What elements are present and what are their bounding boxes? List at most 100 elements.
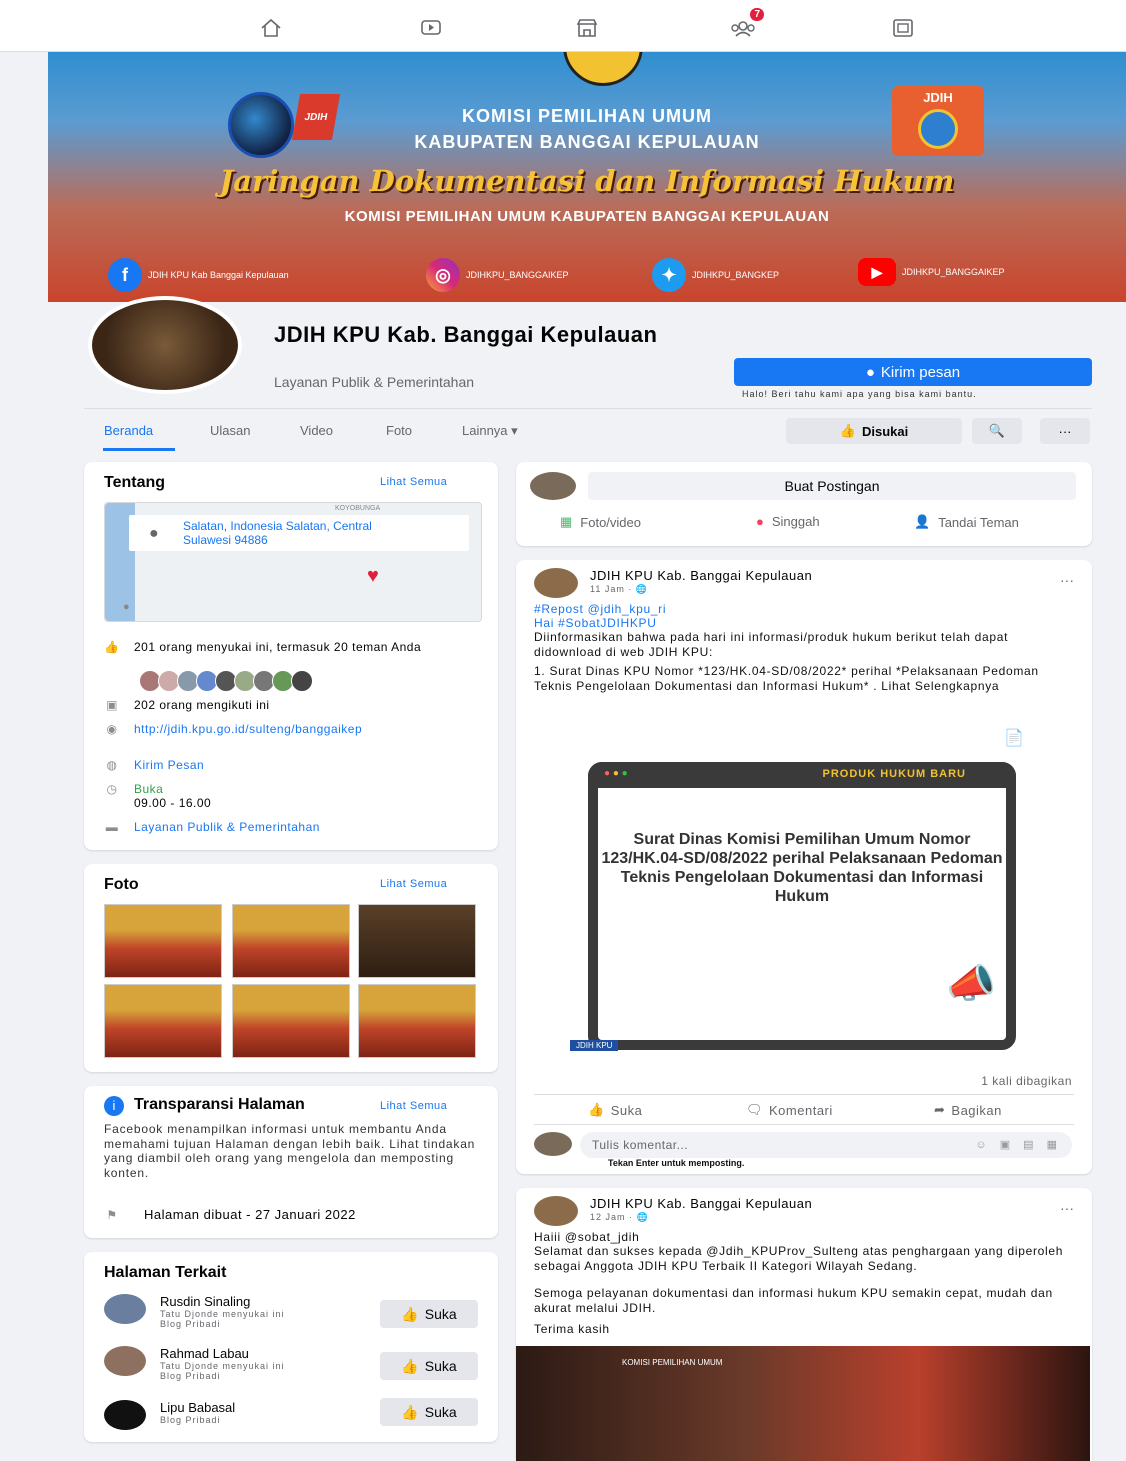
post-image[interactable]: KOMISI PEMILIHAN UMUM (516, 1346, 1090, 1461)
photo-video-label: Foto/video (580, 514, 641, 530)
page-created-row: ⚑ Halaman dibuat - 27 Januari 2022 (104, 1207, 356, 1223)
photo-thumbnail[interactable] (104, 984, 222, 1058)
liked-button[interactable]: 👍 Disukai (786, 418, 962, 444)
avatar[interactable] (534, 1132, 572, 1156)
like-page-button[interactable]: 👍 Suka (380, 1300, 478, 1328)
cover-subtitle: KOMISI PEMILIHAN UMUM KABUPATEN BANGGAI … (344, 208, 830, 225)
tab-foto[interactable]: Foto (386, 423, 412, 438)
related-page-item[interactable]: Rusdin Sinaling Tatu Djonde menyukai ini… (104, 1294, 285, 1329)
footer-label: JDIH KPU (570, 1040, 619, 1051)
tab-beranda[interactable]: Beranda (104, 423, 153, 438)
social-twitter-label: JDIHKPU_BANGKEP (692, 270, 780, 280)
post-time[interactable]: 12 Jam · 🌐 (590, 1212, 649, 1223)
hours-text[interactable]: 09.00 - 16.00 (134, 796, 211, 810)
related-page-item[interactable]: Rahmad Labau Tatu Djonde menyukai ini Bl… (104, 1346, 285, 1381)
page-title: JDIH KPU Kab. Banggai Kepulauan (274, 322, 658, 347)
related-page-name[interactable]: Lipu Babasal (160, 1400, 235, 1415)
photo-thumbnail[interactable] (232, 904, 350, 978)
tab-ulasan[interactable]: Ulasan (210, 423, 250, 438)
related-page-type: Blog Pribadi (160, 1371, 221, 1381)
photo-thumbnail[interactable] (358, 984, 476, 1058)
tag-icon: ▬ (105, 820, 119, 834)
profile-avatar[interactable] (88, 296, 242, 394)
send-message-link[interactable]: Kirim Pesan (134, 758, 204, 772)
related-pages-card: Halaman Terkait Rusdin Sinaling Tatu Djo… (84, 1252, 498, 1442)
watch-icon[interactable] (414, 14, 448, 42)
about-see-all-link[interactable]: Lihat Semua (380, 476, 447, 488)
post-image[interactable]: 📄 PRODUK HUKUM BARU ● ● ● Surat Dinas Ko… (516, 710, 1090, 1060)
photo-video-action[interactable]: ▦ Foto/video (560, 514, 641, 530)
send-message-button[interactable]: ● Kirim pesan (734, 358, 1092, 386)
avatar[interactable] (534, 568, 578, 598)
comment-hint: Tekan Enter untuk memposting. (608, 1158, 745, 1168)
thumbs-up-icon: 👍 (401, 1305, 419, 1322)
page-category: Layanan Publik & Pemerintahan (274, 374, 475, 390)
photos-see-all-link[interactable]: Lihat Semua (380, 878, 447, 890)
more-icon: ··· (1058, 423, 1072, 439)
like-label: Suka (424, 1404, 457, 1420)
post-line: 1. Surat Dinas KPU Nomor *123/HK.04-SD/0… (534, 664, 1039, 693)
avatar[interactable] (534, 1196, 578, 1226)
friend-faces[interactable] (139, 670, 313, 692)
post-author[interactable]: JDIH KPU Kab. Banggai Kepulauan (590, 568, 812, 583)
website-link[interactable]: http://jdih.kpu.go.id/sulteng/banggaikep (134, 722, 454, 736)
tag-friends-action[interactable]: 👤 Tandai Teman (914, 514, 1019, 530)
announcement-text: Surat Dinas Komisi Pemilihan Umum Nomor … (601, 831, 1003, 905)
groups-icon[interactable]: 7 (726, 8, 764, 42)
related-page-type: Blog Pribadi (160, 1319, 221, 1329)
post-author[interactable]: JDIH KPU Kab. Banggai Kepulauan (590, 1196, 812, 1211)
comment-input[interactable]: Tulis komentar... ☺ ▣ ▤ ▦ (580, 1132, 1072, 1158)
comment-tools-icon[interactable]: ☺ ▣ ▤ ▦ (975, 1138, 1062, 1151)
photo-thumbnail[interactable] (104, 904, 222, 978)
comment-button[interactable]: 🗨 Komentari (746, 1102, 833, 1118)
map-marker-icon: ♥ (367, 565, 379, 587)
instagram-icon: ◎ (426, 258, 460, 292)
search-button[interactable]: 🔍 (972, 418, 1022, 444)
gaming-icon[interactable] (886, 14, 920, 42)
related-page-item[interactable]: Lipu Babasal Blog Pribadi (104, 1400, 235, 1430)
home-icon[interactable] (254, 14, 288, 42)
facebook-icon: f (108, 258, 142, 292)
tab-video[interactable]: Video (300, 423, 333, 438)
photo-thumbnail[interactable] (232, 984, 350, 1058)
avatar[interactable] (530, 472, 576, 500)
post-options-icon[interactable]: ··· (1060, 1200, 1074, 1216)
create-post-input[interactable]: Buat Postingan (588, 472, 1076, 500)
transparency-see-all-link[interactable]: Lihat Semua (380, 1100, 447, 1112)
post-line[interactable]: #Repost @jdih_kpu_ri (534, 602, 1074, 617)
post-line[interactable]: Hai #SobatJDIHKPU (534, 616, 1074, 631)
post-options-icon[interactable]: ··· (1060, 572, 1074, 588)
social-facebook: f JDIH KPU Kab Banggai Kepulauan (108, 258, 289, 292)
category-link[interactable]: Layanan Publik & Pemerintahan (134, 820, 320, 834)
like-button[interactable]: 👍 Suka (588, 1102, 642, 1118)
location-map[interactable]: KOYOBUNGA ● Salatan, Indonesia Salatan, … (104, 502, 482, 622)
post-time[interactable]: 11 Jam · 🌐 (590, 584, 648, 595)
post-line: Haiii @sobat_jdih (534, 1230, 640, 1244)
post: JDIH KPU Kab. Banggai Kepulauan 11 Jam ·… (516, 560, 1092, 1174)
social-youtube: ▶ JDIHKPU_BANGGAIKEP (858, 258, 1005, 286)
page-created-text: Halaman dibuat - 27 Januari 2022 (144, 1207, 356, 1222)
like-page-button[interactable]: 👍 Suka (380, 1352, 478, 1380)
cover-photo: JDIH JDIH KOMISI PEMILIHAN UMUM KABUPATE… (48, 52, 1126, 302)
messenger-small-icon: ◍ (106, 758, 118, 772)
post-line: Diinformasikan bahwa pada hari ini infor… (534, 630, 1009, 659)
share-button[interactable]: ➦ Bagikan (934, 1102, 1002, 1118)
like-page-button[interactable]: 👍 Suka (380, 1398, 478, 1426)
avatar[interactable] (104, 1294, 146, 1324)
website-row: ◉ http://jdih.kpu.go.id/sulteng/banggaik… (104, 722, 454, 736)
related-page-name[interactable]: Rahmad Labau (160, 1346, 285, 1361)
more-button[interactable]: ··· (1040, 418, 1090, 444)
hours-row: ◷ Buka 09.00 - 16.00 (104, 782, 211, 810)
photo-thumbnail[interactable] (358, 904, 476, 978)
megaphone-icon: 📣 (946, 962, 996, 1006)
avatar[interactable] (104, 1400, 146, 1430)
marketplace-icon[interactable] (570, 14, 604, 42)
thumbs-up-icon: 👍 (401, 1357, 419, 1374)
checkin-action[interactable]: ● Singgah (756, 514, 820, 529)
likes-row: 👍 201 orang menyukai ini, termasuk 20 te… (104, 640, 454, 654)
related-page-name[interactable]: Rusdin Sinaling (160, 1294, 285, 1309)
tab-lainnya[interactable]: Lainnya ▾ (462, 423, 518, 439)
jdih-badge-label: JDIH (923, 90, 953, 105)
share-count[interactable]: 1 kali dibagikan (981, 1074, 1072, 1088)
avatar[interactable] (104, 1346, 146, 1376)
